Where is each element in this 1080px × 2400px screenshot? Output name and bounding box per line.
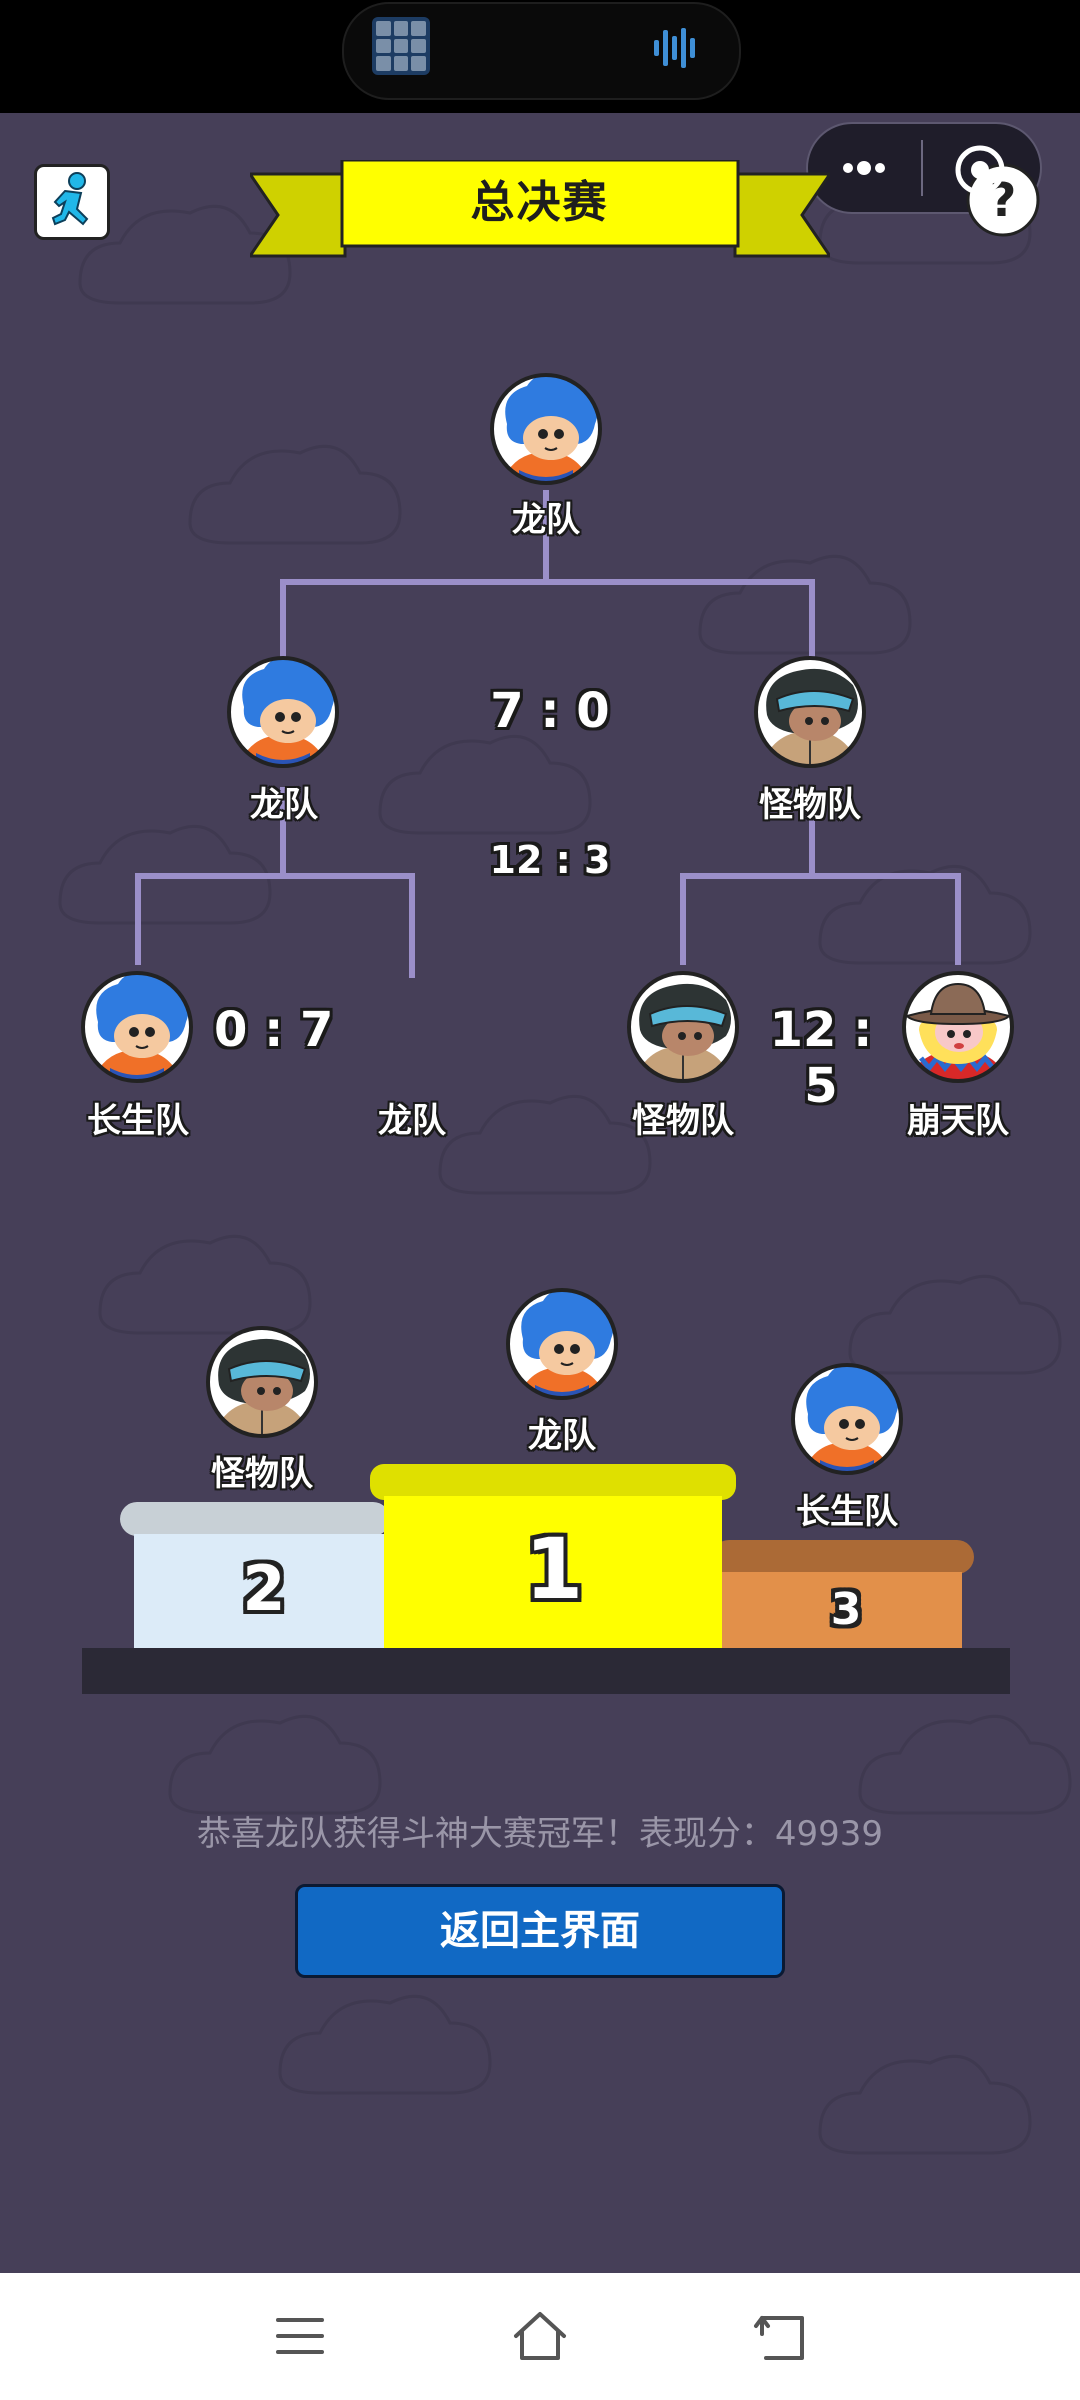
home-icon[interactable] <box>512 2308 568 2364</box>
podium-second-name: 怪物队 <box>211 1454 313 1494</box>
podium-third-name: 长生队 <box>796 1492 898 1532</box>
podium-first-name: 龙队 <box>528 1416 596 1456</box>
podium-third-avatar <box>791 1363 903 1475</box>
menu-icon[interactable] <box>272 2308 328 2364</box>
podium-second-avatar <box>206 1326 318 1438</box>
podium <box>82 1464 1010 1694</box>
podium-third-rank: 3 <box>830 1584 862 1635</box>
return-main-menu-button[interactable]: 返回主界面 <box>295 1884 785 1978</box>
podium-first-avatar <box>506 1288 618 1400</box>
result-message: 恭喜龙队获得斗神大赛冠军！表现分：49939 <box>196 1814 884 1854</box>
podium-second-rank: 2 <box>242 1552 286 1625</box>
back-icon[interactable] <box>752 2308 808 2364</box>
podium-first-rank: 1 <box>524 1520 584 1618</box>
